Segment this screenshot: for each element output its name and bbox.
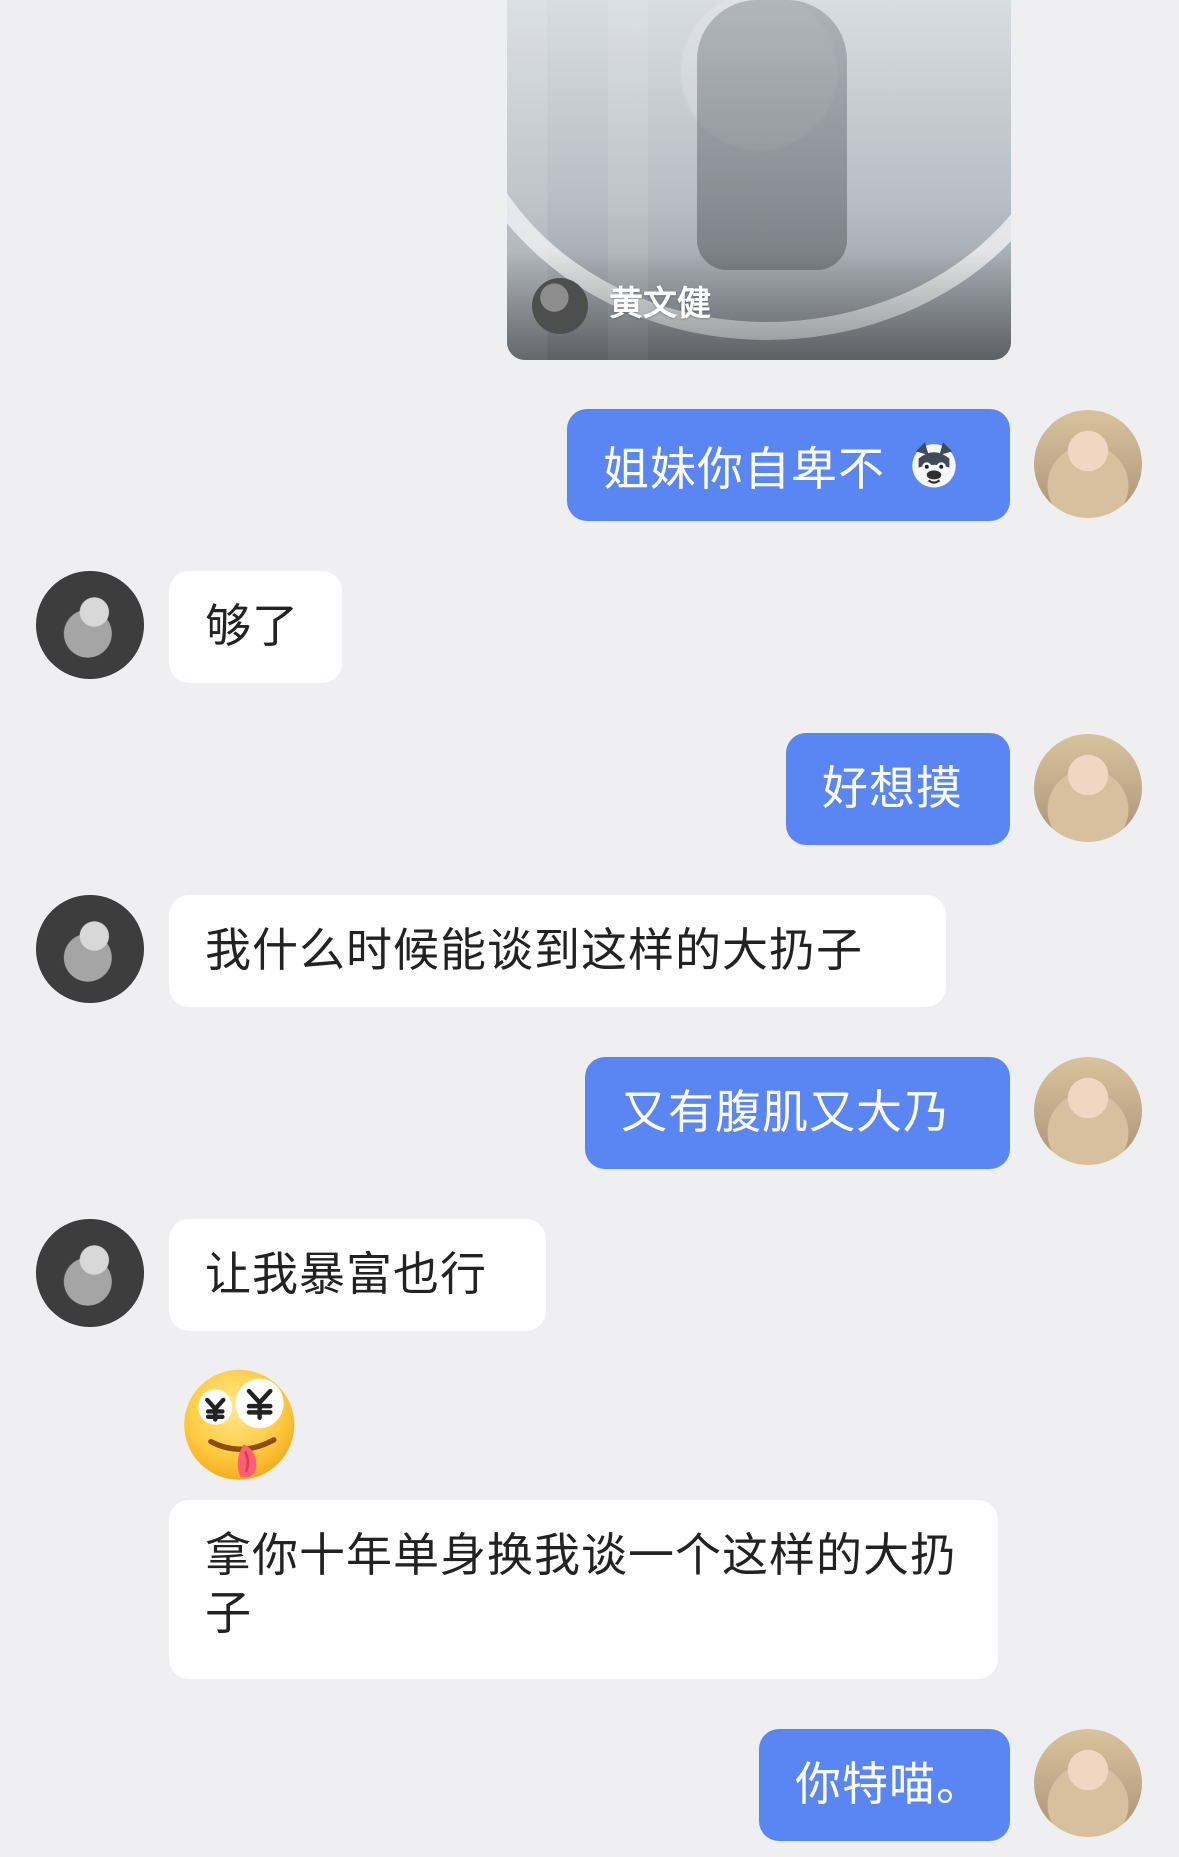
message-bubble-self[interactable]: 姐妹你自卑不 [567,409,1010,521]
avatar-icon [532,278,588,334]
shared-image-author-name: 黄文健 [609,284,711,324]
chat-screen: 黄文健 姐妹你自卑不 够了 好想摸 我什么时候能谈到这样的大扔子 又有腹肌又大乃… [0,0,1179,1857]
message-text: 好想摸 [822,761,963,815]
message-bubble-other[interactable]: 拿你十年单身换我谈一个这样的大扔子 [169,1500,998,1679]
avatar[interactable] [1034,410,1142,518]
message-text: 够了 [205,599,299,653]
message-text: 我什么时候能谈到这样的大扔子 [205,923,863,977]
message-bubble-self[interactable]: 又有腹肌又大乃 [585,1057,1010,1169]
message-text: 又有腹肌又大乃 [621,1085,950,1139]
message-bubble-other[interactable]: 够了 [169,571,342,683]
avatar[interactable] [36,1219,144,1327]
photo-subject-placeholder [697,0,847,270]
dog-emoji-icon [905,435,963,493]
avatar[interactable] [36,571,144,679]
shared-image-card[interactable]: 黄文健 [507,0,1011,360]
message-text: 拿你十年单身换我谈一个这样的大扔子 [205,1528,957,1640]
message-bubble-self[interactable]: 好想摸 [786,733,1010,845]
message-bubble-self[interactable]: 你特喵。 [759,1729,1010,1841]
avatar[interactable] [1034,1057,1142,1165]
avatar[interactable] [1034,734,1142,842]
avatar[interactable] [36,895,144,1003]
message-bubble-other[interactable]: 让我暴富也行 [169,1219,546,1331]
avatar[interactable] [1034,1729,1142,1837]
message-text: 姐妹你自卑不 [603,442,885,496]
money-eyes-emoji-icon[interactable] [170,1352,312,1494]
message-bubble-other[interactable]: 我什么时候能谈到这样的大扔子 [169,895,946,1007]
message-text: 你特喵。 [795,1757,983,1811]
message-text: 让我暴富也行 [205,1247,487,1301]
